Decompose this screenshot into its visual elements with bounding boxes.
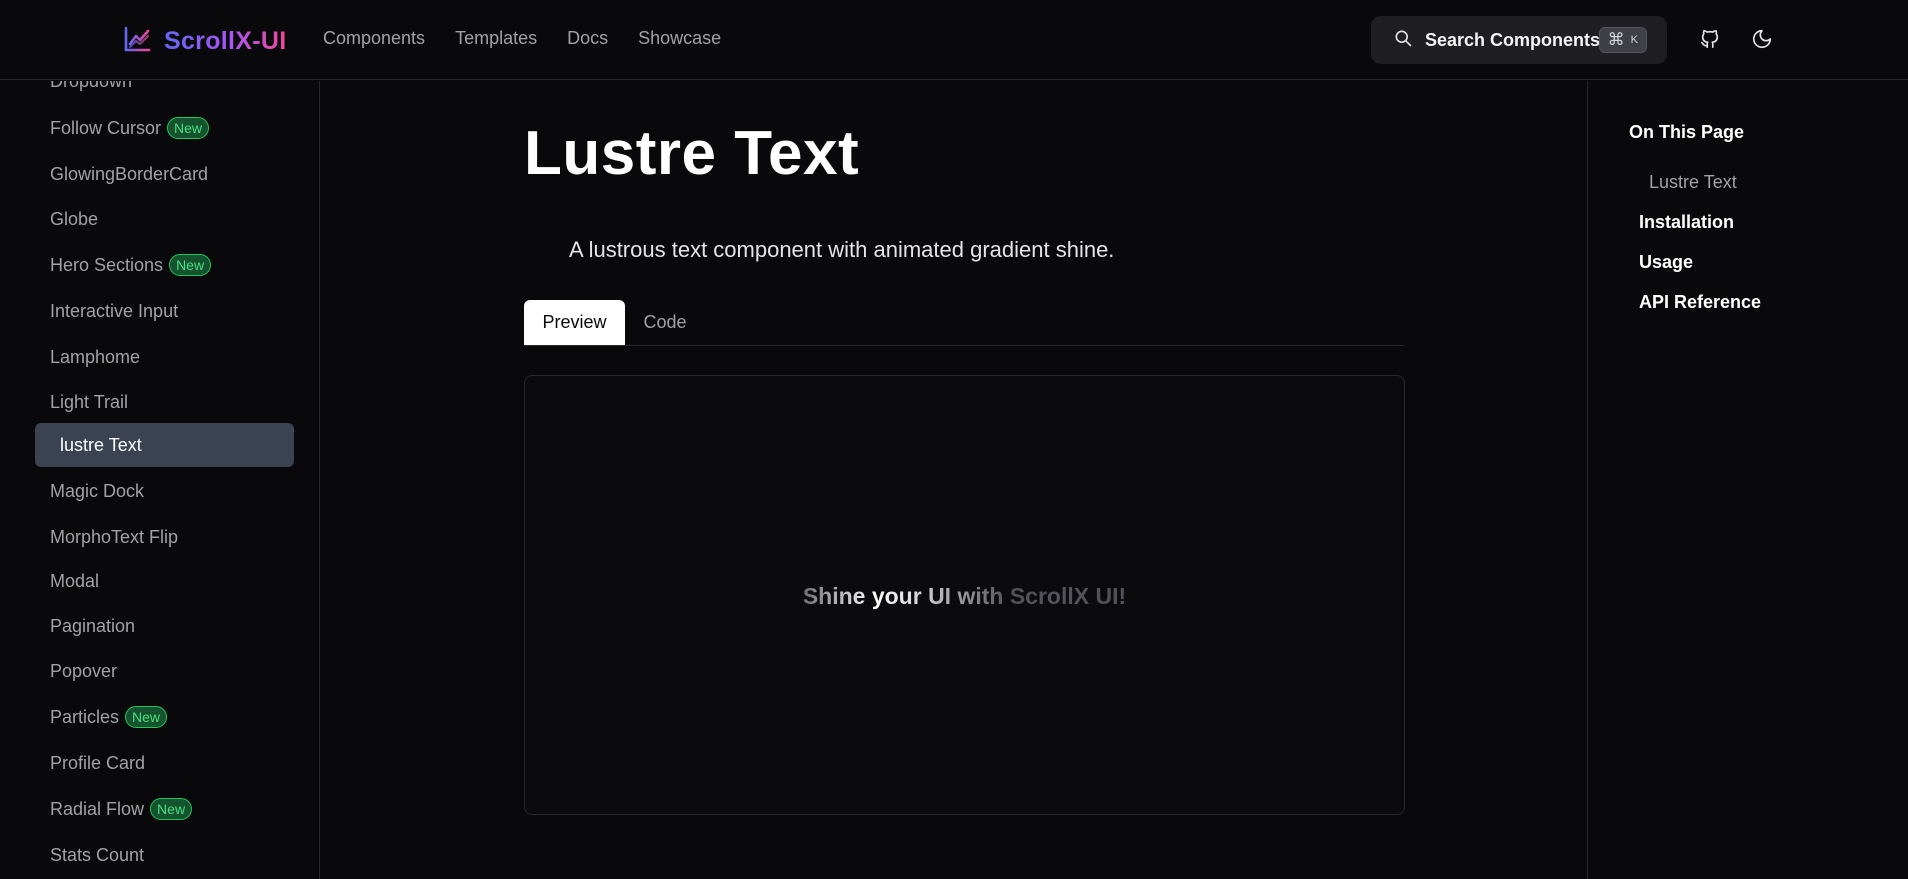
sidebar-item-lustre-text[interactable]: lustre Text bbox=[35, 423, 294, 467]
page-description: A lustrous text component with animated … bbox=[569, 237, 1115, 262]
sidebar-item-interactive-input[interactable]: Interactive Input bbox=[35, 289, 294, 333]
sidebar-item-dropdown[interactable]: Dropdown bbox=[35, 81, 294, 103]
command-key-icon: ⌘ bbox=[1607, 30, 1625, 49]
tab-preview[interactable]: Preview bbox=[524, 300, 625, 345]
sidebar-item-label: GlowingBorderCard bbox=[50, 163, 209, 184]
sidebar-item-label: Hero Sections bbox=[50, 254, 164, 275]
main-nav: Components Templates Docs Showcase bbox=[323, 28, 721, 49]
sidebar-item-particles[interactable]: Particles New bbox=[35, 695, 294, 739]
new-badge: New bbox=[150, 798, 193, 820]
tab-code[interactable]: Code bbox=[625, 300, 705, 345]
logo[interactable]: ScrollX-UI bbox=[122, 24, 286, 59]
table-of-contents: On This Page Lustre Text Installation Us… bbox=[1587, 81, 1908, 879]
new-badge: New bbox=[169, 254, 212, 276]
sidebar-item-label: Dropdown bbox=[50, 81, 132, 92]
sidebar-item-label: Light Trail bbox=[50, 391, 129, 412]
sidebar-item-modal[interactable]: Modal bbox=[35, 559, 294, 603]
sidebar-item-hero-sections[interactable]: Hero Sections New bbox=[35, 243, 294, 287]
sidebar-item-globe[interactable]: Globe bbox=[35, 197, 294, 241]
toc-title: On This Page bbox=[1629, 122, 1745, 142]
sidebar-item-label: Globe bbox=[50, 208, 99, 229]
sidebar-item-label: Stats Count bbox=[50, 844, 145, 865]
lustre-preview-text: Shine your UI with ScrollX UI! bbox=[525, 583, 1404, 610]
component-sidebar: Dropdown Follow CursorNew GlowingBorderC… bbox=[0, 81, 320, 879]
github-icon[interactable] bbox=[1699, 28, 1721, 50]
chart-line-icon bbox=[122, 24, 152, 59]
sidebar-item-profile-card[interactable]: Profile Card bbox=[35, 741, 294, 785]
search-button[interactable]: Search Components ⌘ K bbox=[1371, 16, 1667, 64]
sidebar-item-popover[interactable]: Popover bbox=[35, 649, 294, 693]
sidebar-item-radial-flow[interactable]: Radial Flow New bbox=[35, 787, 294, 831]
search-icon bbox=[1393, 28, 1413, 53]
sidebar-item-label: Follow Cursor bbox=[50, 117, 162, 138]
sidebar-item-magic-dock[interactable]: Magic Dock bbox=[35, 469, 294, 513]
sidebar-item-label: lustre Text bbox=[60, 434, 142, 455]
page-title: Lustre Text bbox=[524, 119, 860, 188]
search-shortcut: ⌘ K bbox=[1598, 27, 1647, 53]
nav-components[interactable]: Components bbox=[323, 28, 425, 49]
sidebar-item-label: Profile Card bbox=[50, 752, 146, 773]
shortcut-key: K bbox=[1630, 34, 1638, 46]
sidebar-item-label: Pagination bbox=[50, 615, 136, 636]
sidebar-item-label: Radial Flow bbox=[50, 798, 145, 819]
moon-icon[interactable] bbox=[1751, 28, 1773, 50]
nav-showcase[interactable]: Showcase bbox=[638, 28, 721, 49]
new-badge: New bbox=[167, 117, 210, 139]
sidebar-item-lamphome[interactable]: Lamphome bbox=[35, 335, 294, 379]
toc-item-api-reference[interactable]: API Reference bbox=[1639, 292, 1761, 313]
logo-text: ScrollX-UI bbox=[164, 27, 287, 55]
new-badge: New bbox=[125, 706, 168, 728]
sidebar-item-label: Magic Dock bbox=[50, 480, 145, 501]
toc-item-usage[interactable]: Usage bbox=[1639, 252, 1693, 273]
sidebar-item-label: Lamphome bbox=[50, 346, 141, 367]
search-label: Search Components bbox=[1425, 29, 1601, 50]
sidebar-item-label: Modal bbox=[50, 570, 100, 591]
nav-templates[interactable]: Templates bbox=[455, 28, 537, 49]
top-header: ScrollX-UI Components Templates Docs Sho… bbox=[0, 0, 1908, 80]
toc-item-lustre-text[interactable]: Lustre Text bbox=[1649, 172, 1737, 193]
sidebar-item-label: Interactive Input bbox=[50, 300, 179, 321]
nav-docs[interactable]: Docs bbox=[567, 28, 608, 49]
sidebar-item-label: Particles bbox=[50, 706, 120, 727]
preview-panel: Shine your UI with ScrollX UI! bbox=[524, 375, 1405, 815]
sidebar-item-pagination[interactable]: Pagination bbox=[35, 604, 294, 648]
sidebar-item-label: Popover bbox=[50, 660, 118, 681]
preview-code-tabs: Preview Code bbox=[524, 300, 1405, 346]
sidebar-item-morphotext-flip[interactable]: MorphoText Flip bbox=[35, 515, 294, 559]
sidebar-item-follow-cursor[interactable]: Follow Cursor New bbox=[35, 106, 294, 150]
sidebar-item-glowingbordercard[interactable]: GlowingBorderCard bbox=[35, 152, 294, 196]
toc-item-installation[interactable]: Installation bbox=[1639, 212, 1734, 233]
sidebar-item-stats-count[interactable]: Stats Count bbox=[35, 833, 294, 877]
sidebar-item-label: MorphoText Flip bbox=[50, 526, 179, 547]
sidebar-item-light-trail[interactable]: Light Trail bbox=[35, 380, 294, 424]
